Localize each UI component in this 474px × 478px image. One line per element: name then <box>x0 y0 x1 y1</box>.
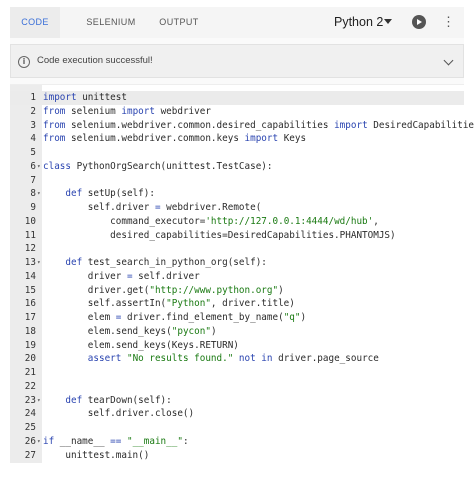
line-number: 12 <box>24 243 36 255</box>
code-line[interactable]: 17 elem = driver.find_element_by_name("q… <box>10 311 464 325</box>
info-icon: i <box>18 56 30 68</box>
code-text: def tearDown(self): <box>65 394 172 406</box>
code-line[interactable]: 18 elem.send_keys("pycon") <box>10 325 464 339</box>
status-message: Code execution successful! <box>37 55 153 66</box>
vertical-dots-icon[interactable]: ⋮ <box>442 15 455 31</box>
code-lines: 1 import unittest 2 from selenium import we… <box>10 91 474 463</box>
line-number: 16 <box>24 298 36 310</box>
code-line[interactable]: 12 <box>10 242 464 256</box>
code-text: class PythonOrgSearch(unittest.TestCase)… <box>43 160 273 172</box>
code-editor[interactable]: 1 import unittest 2 from selenium import we… <box>10 84 474 463</box>
line-number: 21 <box>24 367 36 378</box>
line-number: 27 <box>24 449 36 461</box>
code-text: from selenium.webdriver.common.desired_c… <box>43 119 474 131</box>
line-number: 25 <box>24 422 36 433</box>
line-number: 19 <box>24 339 36 351</box>
code-line[interactable]: 3 from selenium.webdriver.common.desired_… <box>10 119 474 133</box>
code-text: import unittest <box>43 92 127 103</box>
line-number: 14 <box>24 270 36 282</box>
code-text: elem.send_keys(Keys.RETURN) <box>43 339 239 351</box>
play-circle-icon[interactable] <box>412 15 426 29</box>
code-line[interactable]: 16 self.assertIn("Python", driver.title) <box>10 297 464 311</box>
code-line[interactable]: 21 <box>10 366 464 380</box>
line-number: 6 <box>30 160 36 172</box>
code-text: self.assertIn("Python", driver.title) <box>43 298 295 310</box>
line-number: 18 <box>24 325 36 337</box>
code-line[interactable]: 6 ▾ class PythonOrgSearch(unittest.TestCas… <box>10 160 464 174</box>
fold-arrow-icon[interactable]: ▾ <box>37 160 41 174</box>
code-line[interactable]: 19 elem.send_keys(Keys.RETURN) <box>10 339 464 353</box>
code-text: def test_search_in_python_org(self): <box>65 257 267 268</box>
fold-arrow-icon[interactable]: ▾ <box>37 435 41 449</box>
code-panel: CODE SELENIUM LOGS OUTPUT Python 2 ⋮ i C… <box>10 7 474 463</box>
tab-selenium-logs[interactable]: SELENIUM LOGS <box>72 7 150 58</box>
code-text: from selenium import webdriver <box>43 105 211 117</box>
code-line[interactable]: 15 driver.get("http://www.python.org") <box>10 284 464 298</box>
code-text: def setUp(self): <box>65 188 155 200</box>
code-line[interactable]: 14 driver = self.driver <box>10 270 464 284</box>
line-number: 1 <box>30 92 36 103</box>
line-number: 15 <box>24 284 36 296</box>
line-number: 26 <box>24 435 36 447</box>
language-select[interactable]: Python 2 <box>334 7 383 38</box>
line-number: 3 <box>30 119 36 131</box>
line-number: 5 <box>30 147 36 158</box>
status-banner: i Code execution successful! <box>10 44 464 78</box>
code-text: elem.send_keys("pycon") <box>43 325 217 337</box>
line-number: 8 <box>30 188 36 200</box>
code-line[interactable]: 4 from selenium.webdriver.common.keys imp… <box>10 132 464 146</box>
code-line[interactable]: 23 ▾ def tearDown(self): <box>10 394 464 408</box>
top-bar: CODE SELENIUM LOGS OUTPUT Python 2 ⋮ <box>10 7 464 58</box>
code-text: self.driver = webdriver.Remote( <box>43 202 262 213</box>
fold-arrow-icon[interactable]: ▾ <box>37 256 41 270</box>
code-text: if __name__ == "__main__": <box>43 435 189 447</box>
line-number: 11 <box>24 229 36 241</box>
code-line[interactable]: 26 ▾ if __name__ == "__main__": <box>10 435 464 449</box>
line-number: 2 <box>30 105 36 117</box>
code-text: self.driver.close() <box>43 408 195 420</box>
code-line[interactable]: 11 desired_capabilities=DesiredCapabilit… <box>10 229 464 243</box>
line-number: 10 <box>24 215 36 227</box>
code-text: desired_capabilities=DesiredCapabilities… <box>43 229 396 241</box>
code-line[interactable]: 27 unittest.main() <box>10 449 464 463</box>
line-number: 24 <box>24 408 36 420</box>
line-number: 9 <box>30 202 36 213</box>
line-number: 17 <box>24 312 36 323</box>
code-text: driver = self.driver <box>43 270 200 282</box>
code-text: command_executor='http://127.0.0.1:4444/… <box>43 215 379 227</box>
code-text: assert "No results found." not in driver… <box>87 353 379 365</box>
code-text: elem = driver.find_element_by_name("q") <box>43 312 307 323</box>
code-text: from selenium.webdriver.common.keys impo… <box>43 133 307 145</box>
line-number: 13 <box>24 257 36 268</box>
line-number: 23 <box>24 394 36 406</box>
code-text: unittest.main() <box>43 449 150 461</box>
code-line[interactable]: 20 assert "No results found." not in dri… <box>10 352 464 366</box>
line-number: 7 <box>30 174 36 186</box>
code-line[interactable]: 8 ▾ def setUp(self): <box>10 187 464 201</box>
code-line[interactable]: 24 self.driver.close() <box>10 407 464 421</box>
caret-down-icon[interactable] <box>384 19 392 24</box>
line-number: 20 <box>24 353 36 365</box>
code-line[interactable]: 10 command_executor='http://127.0.0.1:44… <box>10 215 464 229</box>
code-line[interactable]: 9 self.driver = webdriver.Remote( <box>10 201 464 215</box>
line-number: 4 <box>30 133 36 145</box>
tab-code[interactable]: CODE <box>10 7 60 38</box>
fold-arrow-icon[interactable]: ▾ <box>37 187 41 201</box>
chevron-down-icon[interactable] <box>443 55 454 66</box>
code-line[interactable]: 7 <box>10 174 464 188</box>
code-line[interactable]: 13 ▾ def test_search_in_python_org(self): <box>10 256 464 270</box>
code-text: driver.get("http://www.python.org") <box>43 284 284 296</box>
code-line[interactable]: 1 import unittest <box>10 91 464 105</box>
code-line[interactable]: 5 <box>10 146 464 160</box>
code-line[interactable]: 22 <box>10 380 464 394</box>
code-line[interactable]: 2 from selenium import webdriver <box>10 105 464 119</box>
line-number: 22 <box>24 380 36 392</box>
code-line[interactable]: 25 <box>10 421 464 435</box>
tab-output[interactable]: OUTPUT <box>158 7 200 38</box>
fold-arrow-icon[interactable]: ▾ <box>37 394 41 408</box>
